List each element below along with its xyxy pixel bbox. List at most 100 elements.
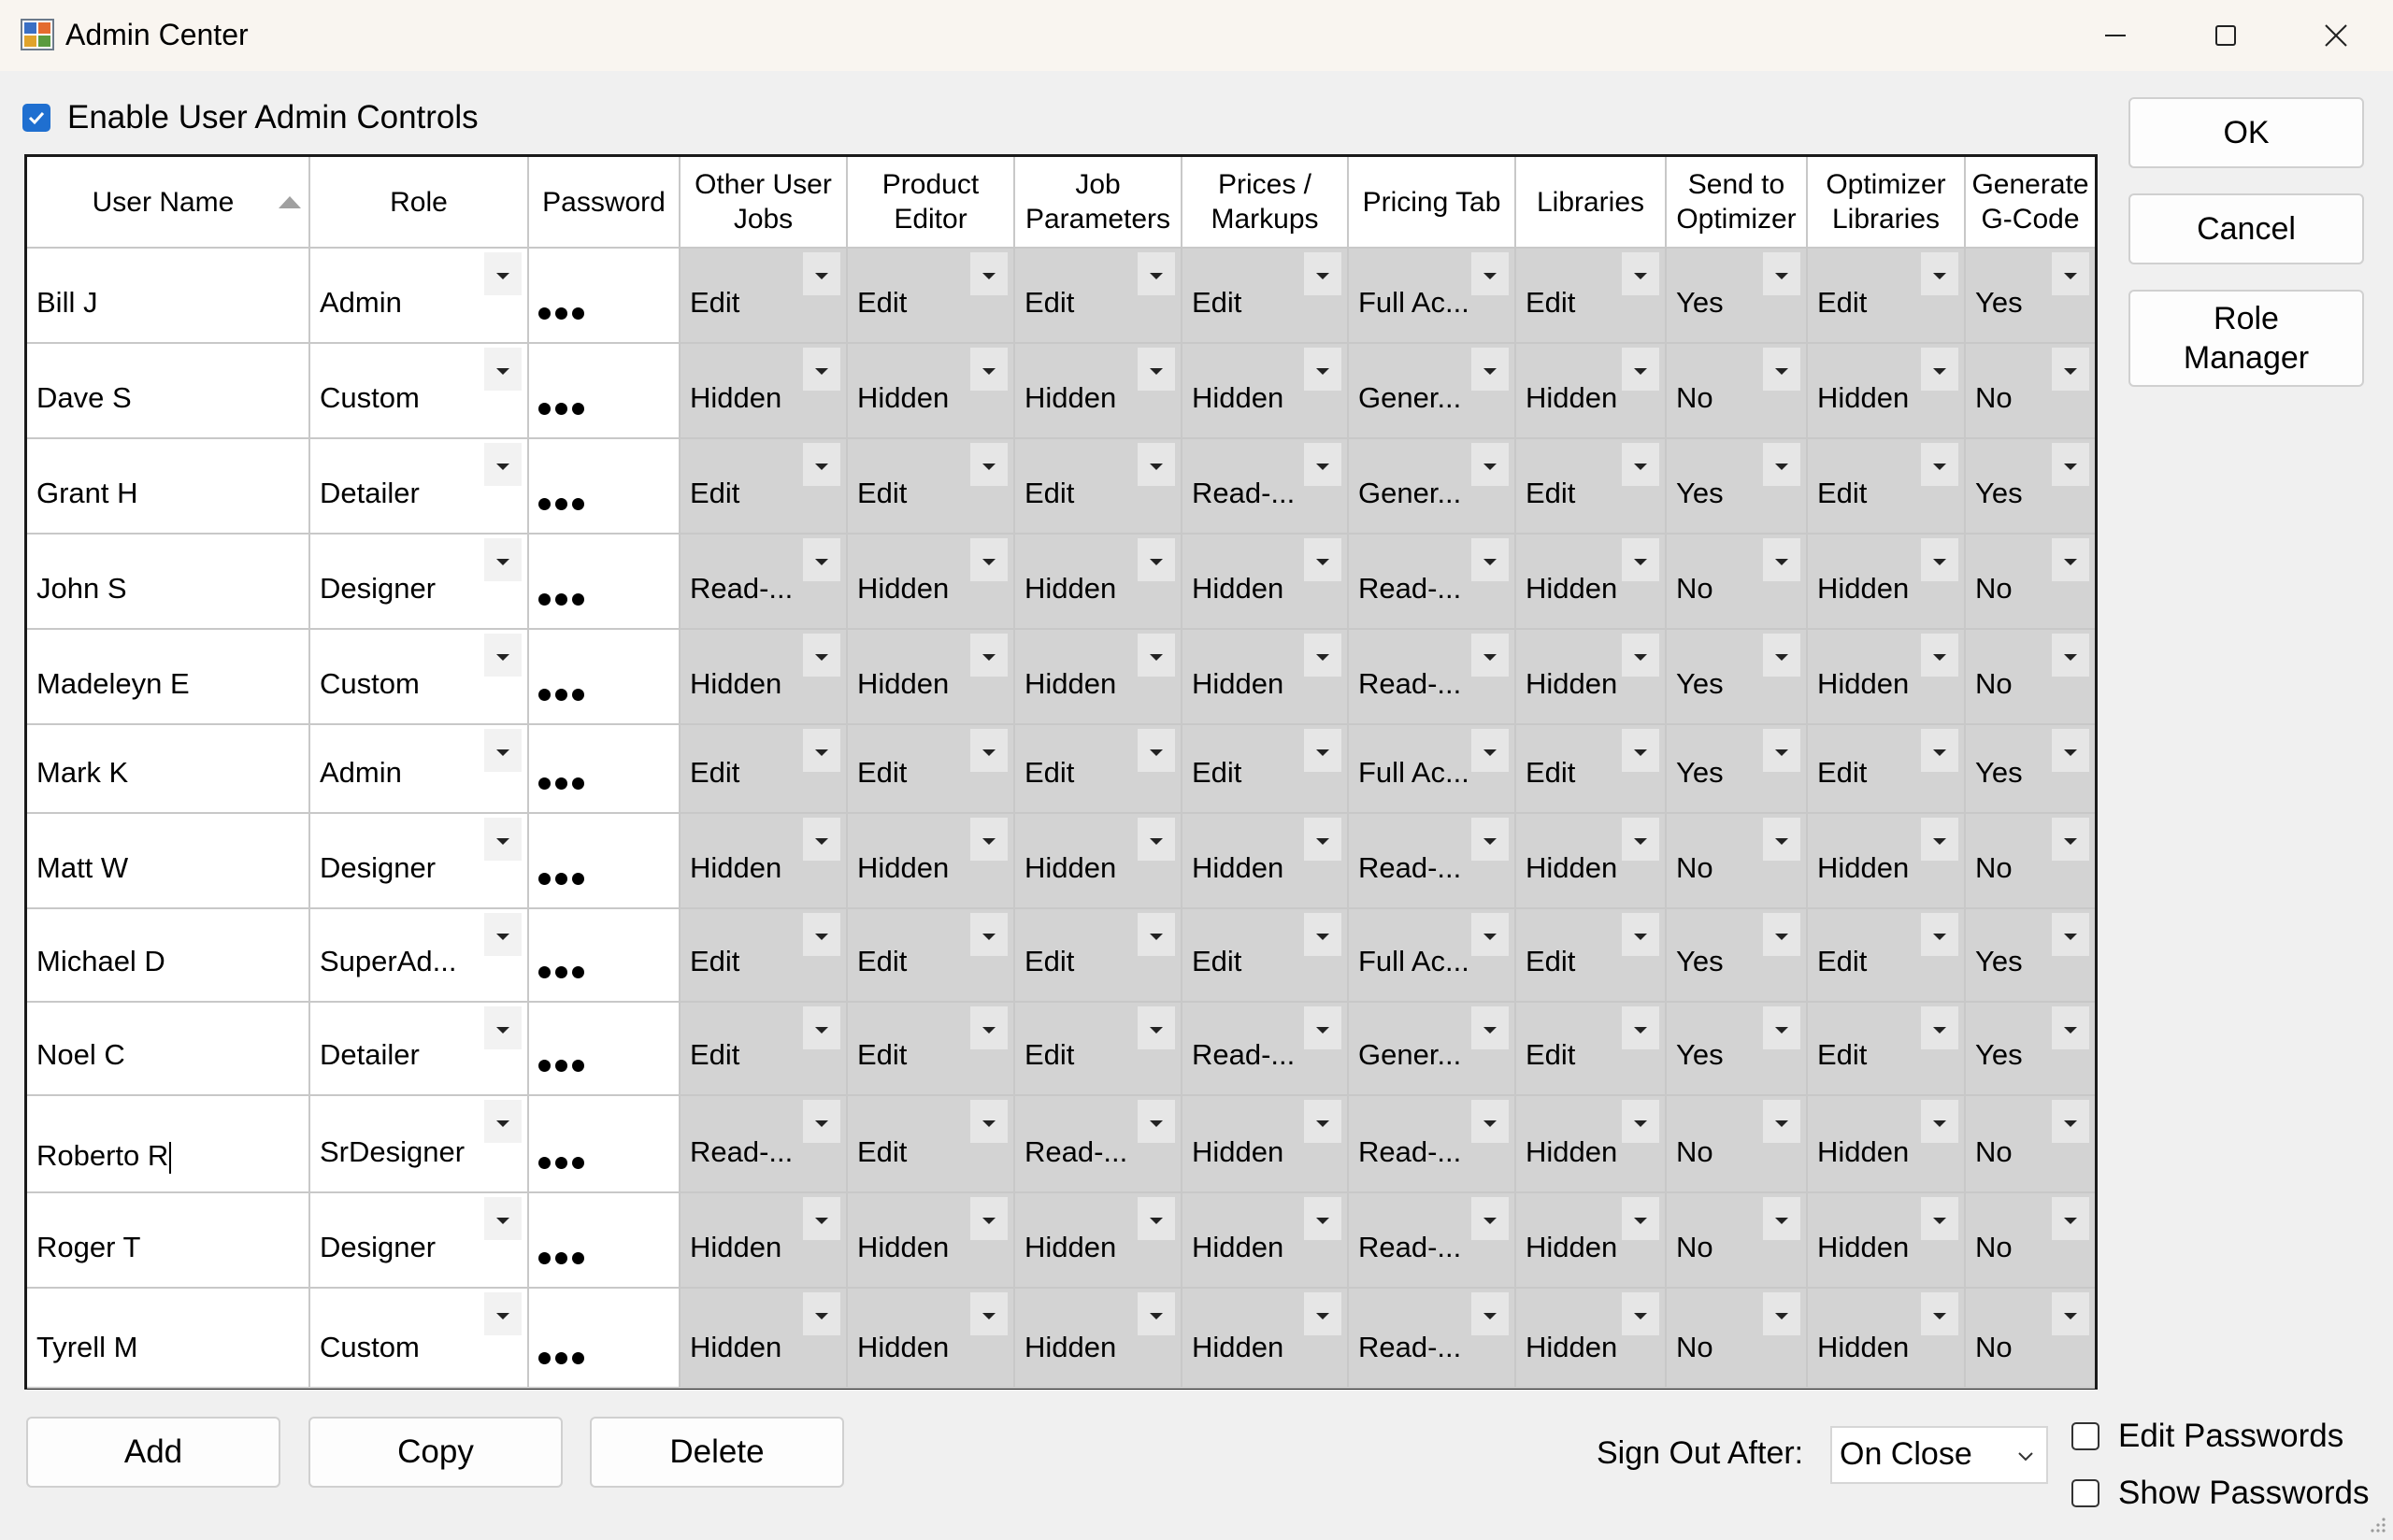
pricing-tab-combo-cell[interactable]: Read-... [1348, 1288, 1516, 1389]
table-row[interactable]: Roberto R SrDesigner Read-... Edit Read-... H… [27, 1095, 2095, 1193]
dropdown-button[interactable] [2052, 634, 2089, 677]
user-name-cell[interactable]: Grant H [27, 438, 310, 535]
send-opt-combo-cell[interactable]: No [1666, 813, 1808, 909]
dropdown-button[interactable] [1304, 1100, 1341, 1143]
libraries-combo-cell[interactable]: Edit [1515, 1002, 1667, 1096]
role-combo-cell[interactable]: Designer [309, 1192, 529, 1289]
dropdown-button[interactable] [1921, 913, 1958, 956]
dropdown-button[interactable] [803, 1292, 840, 1335]
table-row[interactable]: Matt W Designer Hidden Hidden Hidden Hidden Re… [27, 813, 2095, 909]
dropdown-button[interactable] [1763, 913, 1800, 956]
column-header-user[interactable]: User Name [27, 157, 310, 249]
dropdown-button[interactable] [484, 538, 522, 581]
dropdown-button[interactable] [1763, 1100, 1800, 1143]
dropdown-button[interactable] [1622, 1100, 1659, 1143]
send-opt-combo-cell[interactable]: Yes [1666, 629, 1808, 725]
dropdown-button[interactable] [970, 538, 1008, 581]
dropdown-button[interactable] [1921, 1100, 1958, 1143]
opt-libs-combo-cell[interactable]: Hidden [1807, 534, 1966, 630]
libraries-combo-cell[interactable]: Hidden [1515, 629, 1667, 725]
pricing-tab-combo-cell[interactable]: Full Ac... [1348, 248, 1516, 344]
dropdown-button[interactable] [1763, 443, 1800, 486]
column-header-password[interactable]: Password [528, 157, 681, 249]
gcode-combo-cell[interactable]: No [1965, 629, 2095, 725]
product-editor-combo-cell[interactable]: Edit [847, 438, 1015, 535]
dropdown-button[interactable] [484, 252, 522, 295]
dropdown-button[interactable] [2052, 913, 2089, 956]
opt-libs-combo-cell[interactable]: Hidden [1807, 1095, 1966, 1193]
user-name-cell[interactable]: Noel C [27, 1002, 310, 1096]
dropdown-button[interactable] [1622, 443, 1659, 486]
dropdown-button[interactable] [484, 1006, 522, 1049]
role-combo-cell[interactable]: Admin [309, 724, 529, 814]
column-header-send-opt[interactable]: Send to Optimizer [1666, 157, 1808, 249]
dropdown-button[interactable] [1921, 1197, 1958, 1240]
dropdown-button[interactable] [1763, 818, 1800, 861]
dropdown-button[interactable] [2052, 252, 2089, 295]
prices-combo-cell[interactable]: Hidden [1182, 1288, 1349, 1389]
dropdown-button[interactable] [803, 913, 840, 956]
dropdown-button[interactable] [1763, 538, 1800, 581]
dropdown-button[interactable] [1622, 538, 1659, 581]
dropdown-button[interactable] [484, 1100, 522, 1143]
product-editor-combo-cell[interactable]: Hidden [847, 343, 1015, 439]
dropdown-button[interactable] [484, 729, 522, 772]
user-name-cell[interactable]: Roberto R [27, 1095, 310, 1193]
libraries-combo-cell[interactable]: Edit [1515, 724, 1667, 814]
product-editor-combo-cell[interactable]: Edit [847, 908, 1015, 1003]
send-opt-combo-cell[interactable]: No [1666, 343, 1808, 439]
dropdown-button[interactable] [1471, 538, 1509, 581]
prices-combo-cell[interactable]: Edit [1182, 248, 1349, 344]
gcode-combo-cell[interactable]: Yes [1965, 1002, 2095, 1096]
ok-button[interactable]: OK [2128, 97, 2364, 168]
dropdown-button[interactable] [2052, 1100, 2089, 1143]
prices-combo-cell[interactable]: Hidden [1182, 629, 1349, 725]
dropdown-button[interactable] [803, 1100, 840, 1143]
libraries-combo-cell[interactable]: Hidden [1515, 534, 1667, 630]
opt-libs-combo-cell[interactable]: Hidden [1807, 343, 1966, 439]
dropdown-button[interactable] [970, 348, 1008, 391]
pricing-tab-combo-cell[interactable]: Gener... [1348, 438, 1516, 535]
dropdown-button[interactable] [803, 729, 840, 772]
dropdown-button[interactable] [803, 348, 840, 391]
other-jobs-combo-cell[interactable]: Hidden [680, 343, 848, 439]
table-row[interactable]: Roger T Designer Hidden Hidden Hidden Hidden R… [27, 1192, 2095, 1289]
pricing-tab-combo-cell[interactable]: Gener... [1348, 1002, 1516, 1096]
user-name-cell[interactable]: John S [27, 534, 310, 630]
dropdown-button[interactable] [1471, 818, 1509, 861]
dropdown-button[interactable] [484, 913, 522, 956]
role-combo-cell[interactable]: Admin [309, 248, 529, 344]
pricing-tab-combo-cell[interactable]: Read-... [1348, 813, 1516, 909]
gcode-combo-cell[interactable]: No [1965, 1095, 2095, 1193]
dropdown-button[interactable] [803, 818, 840, 861]
dropdown-button[interactable] [1138, 634, 1175, 677]
dropdown-button[interactable] [970, 1197, 1008, 1240]
copy-button[interactable]: Copy [308, 1417, 563, 1488]
dropdown-button[interactable] [803, 538, 840, 581]
dropdown-button[interactable] [1763, 634, 1800, 677]
sign-out-select[interactable]: On Close [1830, 1426, 2048, 1484]
dropdown-button[interactable] [970, 913, 1008, 956]
column-header-libraries[interactable]: Libraries [1515, 157, 1667, 249]
dropdown-button[interactable] [1471, 1006, 1509, 1049]
dropdown-button[interactable] [1622, 913, 1659, 956]
role-combo-cell[interactable]: Designer [309, 534, 529, 630]
dropdown-button[interactable] [1304, 252, 1341, 295]
dropdown-button[interactable] [1921, 538, 1958, 581]
dropdown-button[interactable] [1138, 1292, 1175, 1335]
gcode-combo-cell[interactable]: No [1965, 1192, 2095, 1289]
send-opt-combo-cell[interactable]: No [1666, 1192, 1808, 1289]
column-header-product-editor[interactable]: Product Editor [847, 157, 1015, 249]
dropdown-button[interactable] [970, 818, 1008, 861]
dropdown-button[interactable] [970, 729, 1008, 772]
other-jobs-combo-cell[interactable]: Read-... [680, 534, 848, 630]
other-jobs-combo-cell[interactable]: Edit [680, 724, 848, 814]
column-header-prices[interactable]: Prices / Markups [1182, 157, 1349, 249]
edit-passwords-checkbox[interactable] [2071, 1422, 2099, 1450]
user-name-cell[interactable]: Bill J [27, 248, 310, 344]
password-cell[interactable] [528, 248, 681, 344]
enable-admin-checkbox[interactable] [22, 104, 50, 132]
libraries-combo-cell[interactable]: Edit [1515, 248, 1667, 344]
dropdown-button[interactable] [484, 1197, 522, 1240]
job-params-combo-cell[interactable]: Hidden [1014, 1288, 1182, 1389]
